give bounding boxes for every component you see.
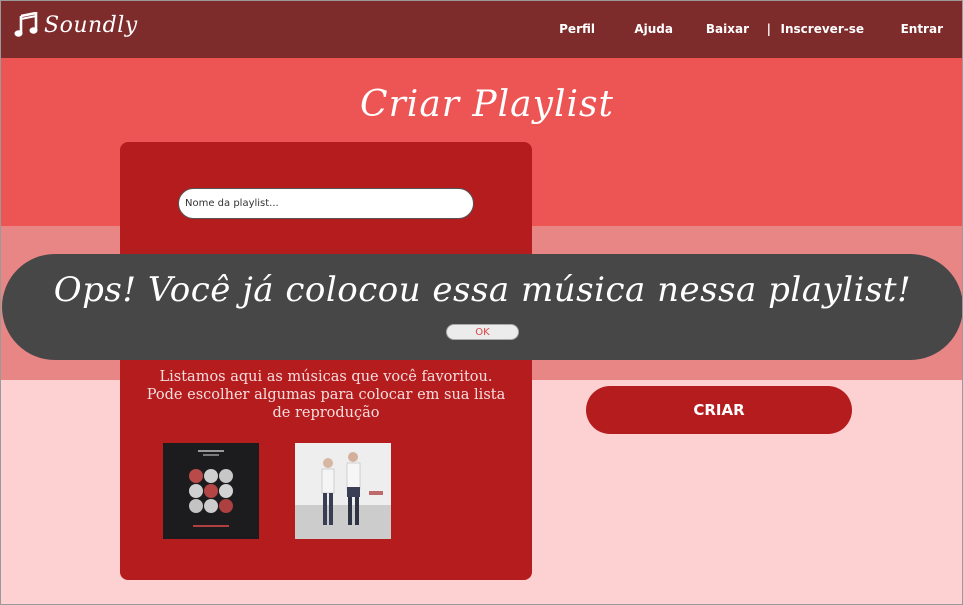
nav-inscrever[interactable]: Inscrever-se — [781, 22, 864, 36]
music-note-icon — [14, 12, 38, 38]
create-playlist-panel: Listamos aqui as músicas que você favori… — [120, 142, 532, 580]
album-art-2-icon — [295, 443, 391, 539]
page-title: Criar Playlist — [360, 84, 614, 125]
duplicate-song-alert: Ops! Você já colocou essa música nessa p… — [2, 254, 963, 360]
playlist-name-input[interactable] — [178, 188, 474, 219]
nav-baixar[interactable]: Baixar — [706, 22, 749, 36]
ok-button[interactable]: OK — [446, 324, 519, 340]
brand-logo[interactable]: Soundly — [14, 12, 138, 38]
nav-perfil[interactable]: Perfil — [559, 22, 595, 36]
brand-name: Soundly — [44, 12, 138, 38]
alert-message: Ops! Você já colocou essa música nessa p… — [53, 270, 912, 310]
album-cover-blurryface[interactable] — [163, 443, 259, 539]
nav-entrar[interactable]: Entrar — [901, 22, 943, 36]
create-button[interactable]: CRIAR — [586, 386, 852, 434]
album-cover-vessel[interactable] — [295, 443, 391, 539]
favorites-description: Listamos aqui as músicas que você favori… — [146, 369, 506, 421]
top-navbar: Soundly Perfil Ajuda Baixar | Inscrever-… — [0, 0, 963, 58]
nav-separator: | — [766, 22, 771, 36]
album-art-1-icon — [163, 443, 259, 539]
nav-ajuda[interactable]: Ajuda — [634, 22, 673, 36]
